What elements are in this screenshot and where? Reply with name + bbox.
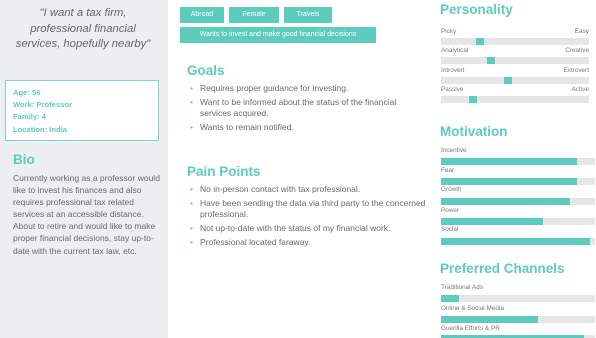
motivation-label: Incentive (441, 147, 467, 154)
scale-right-label: Easy (574, 28, 589, 35)
personality-scale-labels: Passive Active (441, 86, 589, 96)
personality-slider-track (441, 57, 589, 64)
tag-invest-goal: Wants to invest and make good financial … (180, 27, 376, 43)
profile-facts-card: Age: 56 Work: Professor Family: 4 Locati… (5, 80, 159, 141)
personality-slider-track (441, 77, 589, 84)
bio-heading: Bio (13, 152, 35, 167)
channels-heading: Preferred Channels (440, 261, 565, 276)
scale-right-label: Extrovert (563, 67, 589, 74)
personality-slider-marker (504, 77, 512, 84)
motivation-heading: Motivation (440, 124, 508, 139)
list-item: • Have been sending the data via third pa… (190, 197, 426, 220)
channel-bar-fill (441, 295, 460, 302)
personality-scale-labels: Analytical Creative (441, 47, 589, 57)
personality-slider-marker (476, 38, 484, 45)
motivation-bar-fill (441, 198, 571, 205)
motivation-bar-track (441, 178, 595, 185)
family-label: Family: 4 (13, 112, 46, 122)
scale-left-label: Picky (441, 28, 457, 35)
motivation-bar-fill (441, 238, 591, 245)
motivation-bar-track (441, 238, 595, 245)
motivation-bar-track (441, 198, 595, 205)
channel-bar-track (441, 316, 595, 323)
scale-right-label: Active (571, 86, 589, 93)
channel-label: Online & Social Media (441, 305, 504, 312)
work-label: Work: Professor (13, 100, 72, 110)
bio-text: Currently working as a professor would l… (13, 173, 160, 256)
tag-female: Female (229, 7, 279, 23)
scale-left-label: Passive (441, 86, 464, 93)
tag-abroad: Abroad (180, 7, 224, 23)
channel-bar-track (441, 295, 595, 302)
pain-points-list: • No in-person contact with tax professio… (190, 184, 426, 251)
tag-travels: Travels (284, 7, 332, 23)
list-item: • Not up-to-date with the status of my fi… (190, 223, 391, 234)
list-item: • Professional located faraway. (190, 236, 311, 247)
bullet-icon: • (190, 122, 193, 133)
pain-points-heading: Pain Points (187, 164, 261, 179)
bullet-icon: • (190, 184, 193, 194)
list-item: • Want to be informed about the status of… (190, 96, 397, 119)
age-label: Age: 56 (13, 88, 41, 97)
personality-slider-track (441, 96, 589, 103)
motivation-label: Power (441, 207, 460, 214)
motivation-bar-fill (441, 178, 577, 185)
motivation-bar-track (441, 218, 595, 225)
personality-slider-track (441, 38, 589, 45)
motivation-bar-fill (441, 158, 577, 165)
channel-bar-fill (441, 316, 539, 323)
channel-label: Traditional Ads (441, 284, 484, 291)
list-item: • Requires proper guidance for investing. (190, 83, 349, 93)
goals-list: • Requires proper guidance for investing.… (190, 83, 400, 136)
motivation-bar-track (441, 158, 595, 165)
goals-heading: Goals (187, 63, 225, 78)
list-item: • No in-person contact with tax professio… (190, 184, 361, 194)
list-item: • Wants to remain notified. (190, 122, 294, 133)
motivation-label: Fear (441, 167, 455, 174)
scale-left-label: Introvert (441, 67, 465, 74)
motivation-bar-fill (441, 218, 543, 225)
profile-sidebar: "I want a tax firm, professional financi… (0, 0, 168, 338)
motivation-label: Growth (441, 186, 462, 193)
persona-quote: "I want a tax firm, professional financi… (15, 7, 151, 50)
personality-scale-labels: Picky Easy (441, 28, 589, 38)
personality-slider-marker (469, 96, 477, 103)
channel-label: Guerilla Efforts & PR (441, 325, 500, 332)
scale-left-label: Analytical (441, 47, 469, 54)
motivation-label: Social (441, 226, 459, 233)
bullet-icon: • (190, 83, 193, 93)
location-label: Location: India (13, 124, 67, 134)
personality-slider-marker (487, 57, 495, 64)
bullet-icon: • (190, 197, 193, 208)
bullet-icon: • (190, 236, 193, 247)
scale-right-label: Creative (565, 47, 589, 54)
personality-scale-labels: Introvert Extrovert (441, 67, 589, 77)
personality-heading: Personality (440, 2, 513, 17)
bullet-icon: • (190, 96, 193, 107)
bullet-icon: • (190, 223, 193, 234)
